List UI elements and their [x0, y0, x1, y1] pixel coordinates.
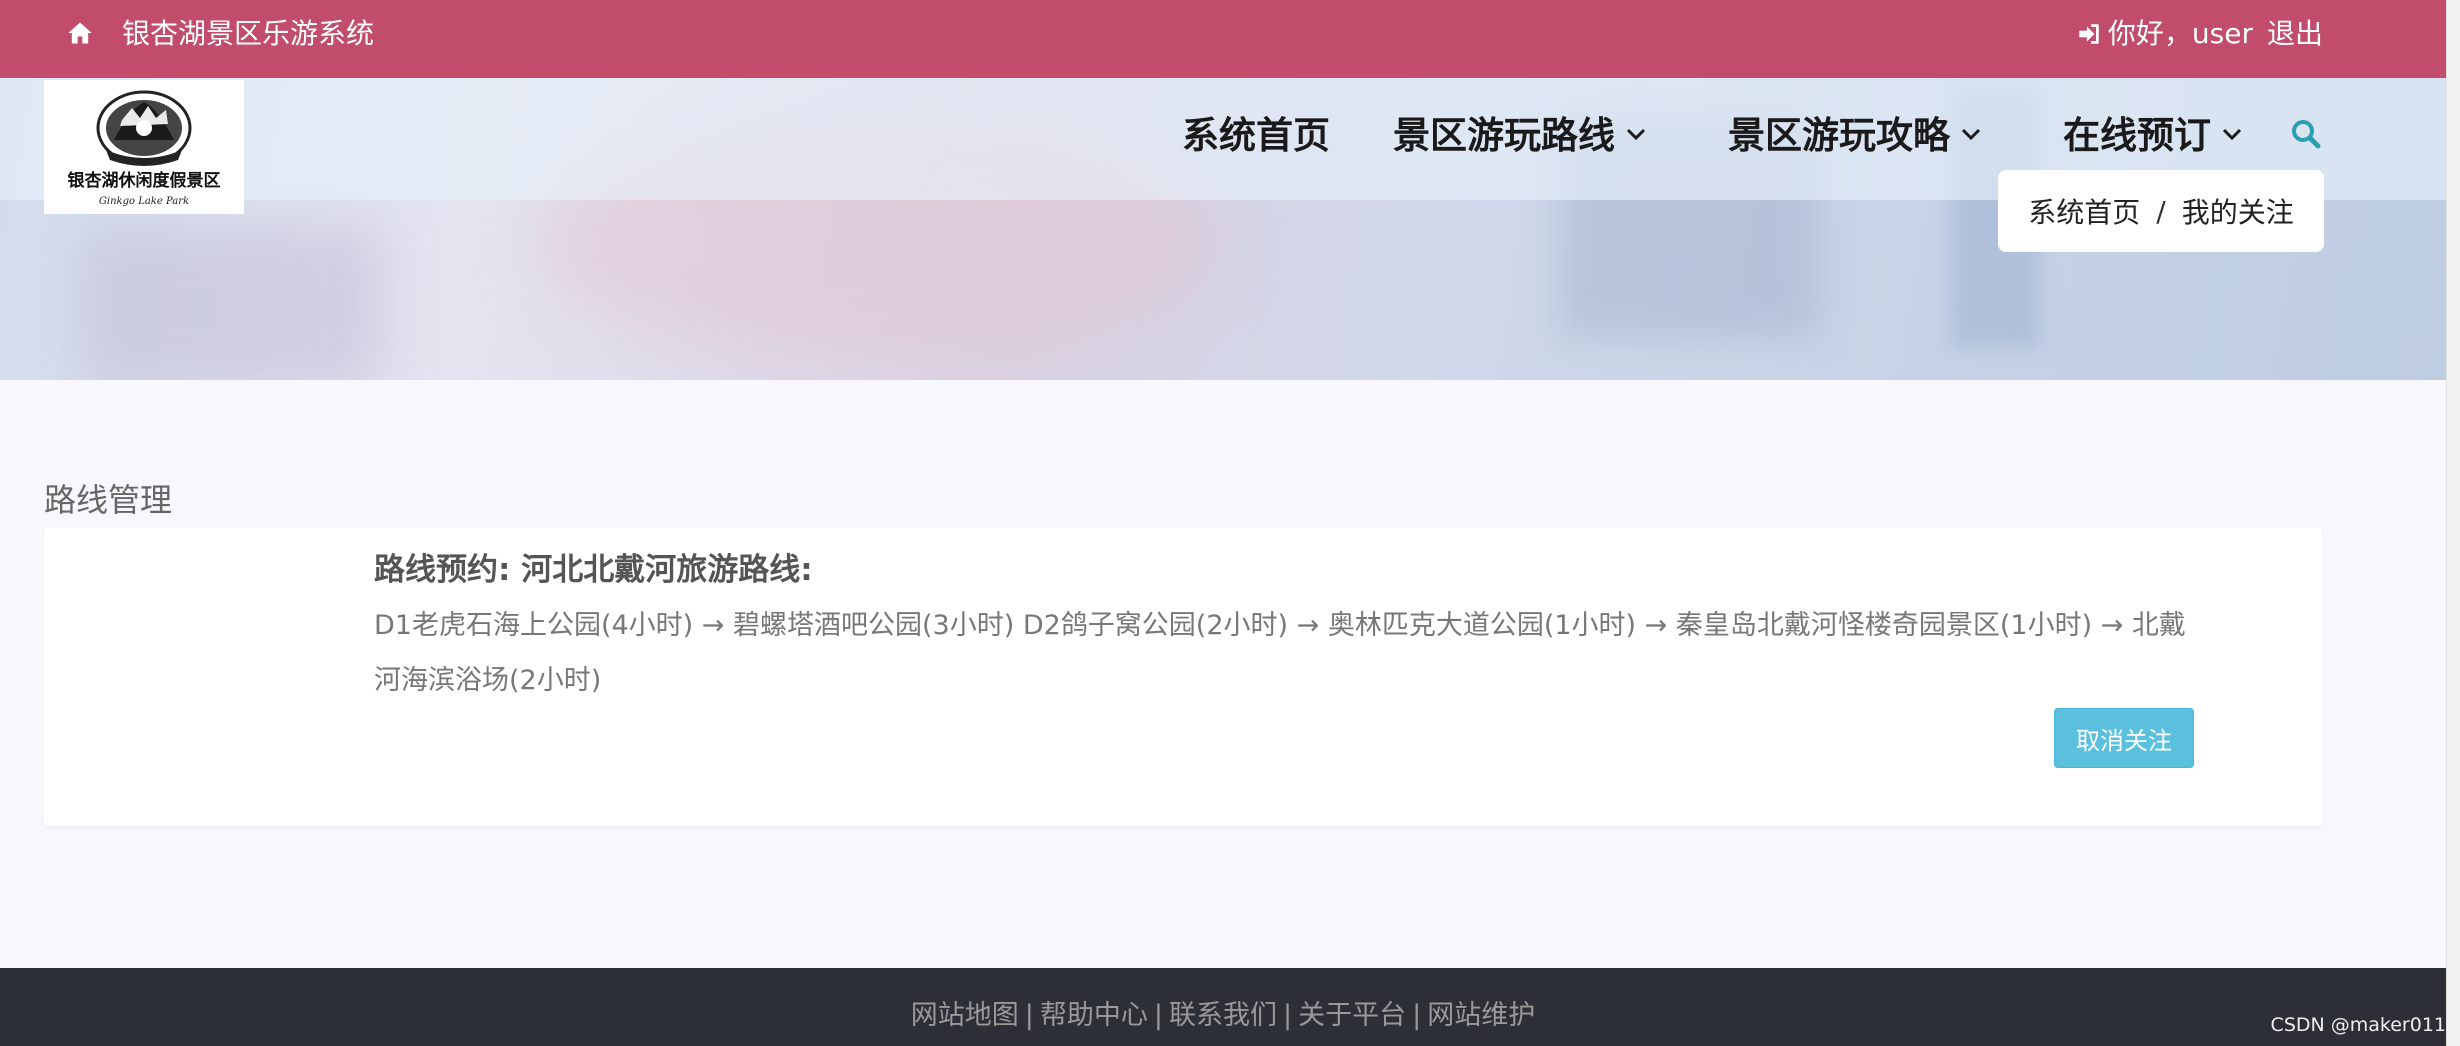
- route-title: 路线预约: 河北北戴河旅游路线:: [374, 552, 813, 588]
- svg-text:Ginkgo Lake Park: Ginkgo Lake Park: [99, 196, 189, 207]
- user-area: 你好，user 退出: [2076, 14, 2323, 54]
- nav-item-label: 景区游玩路线: [1393, 114, 1615, 157]
- page: 银杏湖景区乐游系统 你好，user 退出 银杏湖休闲度假景区 Ginkgo La…: [0, 0, 2446, 1046]
- footer-link-sitemap[interactable]: 网站地图: [911, 1000, 1019, 1031]
- banner-blur: [80, 228, 380, 380]
- search-icon[interactable]: [2290, 118, 2322, 150]
- logout-link[interactable]: 退出: [2267, 14, 2323, 54]
- footer-separator: |: [1153, 1000, 1163, 1031]
- route-card: 路线预约: 河北北戴河旅游路线: D1老虎石海上公园(4小时) → 碧螺塔酒吧公…: [44, 528, 2322, 826]
- footer-link-maintenance[interactable]: 网站维护: [1427, 1000, 1535, 1031]
- chevron-down-icon: [1626, 128, 1646, 141]
- route-description: D1老虎石海上公园(4小时) → 碧螺塔酒吧公园(3小时) D2鸽子窝公园(2小…: [374, 610, 2186, 696]
- banner: 银杏湖休闲度假景区 Ginkgo Lake Park 系统首页 景区游玩路线 景…: [0, 78, 2446, 380]
- site-logo[interactable]: 银杏湖休闲度假景区 Ginkgo Lake Park: [44, 80, 244, 214]
- scrollbar[interactable]: [2446, 0, 2460, 1046]
- breadcrumb-separator: /: [2156, 194, 2166, 228]
- site-title[interactable]: 银杏湖景区乐游系统: [122, 14, 374, 54]
- footer-link-help[interactable]: 帮助中心: [1040, 1000, 1148, 1031]
- top-bar: 银杏湖景区乐游系统 你好，user 退出: [0, 0, 2446, 78]
- footer-separator: |: [1024, 1000, 1034, 1031]
- nav-item-booking[interactable]: 在线预订: [2063, 104, 2243, 160]
- footer-separator: |: [1412, 1000, 1422, 1031]
- svg-text:银杏湖休闲度假景区: 银杏湖休闲度假景区: [68, 170, 221, 191]
- sign-in-icon: [2079, 24, 2099, 44]
- unfollow-button[interactable]: 取消关注: [2054, 708, 2194, 768]
- footer-links: 网站地图 | 帮助中心 | 联系我们 | 关于平台 | 网站维护: [0, 996, 2446, 1036]
- logo-emblem: 银杏湖休闲度假景区 Ginkgo Lake Park: [68, 90, 221, 207]
- breadcrumb-home[interactable]: 系统首页: [2028, 191, 2140, 231]
- footer-link-contact[interactable]: 联系我们: [1169, 1000, 1277, 1031]
- breadcrumb-current: 我的关注: [2181, 196, 2294, 229]
- footer-link-about[interactable]: 关于平台: [1298, 1000, 1406, 1031]
- chevron-down-icon: [1961, 128, 1981, 141]
- nav-item-routes[interactable]: 景区游玩路线: [1393, 104, 1647, 160]
- section-title: 路线管理: [44, 481, 173, 519]
- nav-item-label: 在线预订: [2063, 114, 2211, 157]
- home-icon[interactable]: [66, 19, 94, 47]
- nav-item-home[interactable]: 系统首页: [1182, 104, 1330, 160]
- breadcrumb: 系统首页 / 我的关注: [1998, 170, 2324, 252]
- nav-item-label: 景区游玩攻略: [1728, 114, 1950, 157]
- user-greeting: 你好，user: [2107, 17, 2253, 50]
- footer: 网站地图 | 帮助中心 | 联系我们 | 关于平台 | 网站维护: [0, 968, 2446, 1046]
- footer-separator: |: [1283, 1000, 1293, 1031]
- watermark: CSDN @maker011: [2270, 1014, 2446, 1036]
- chevron-down-icon: [2222, 128, 2242, 141]
- nav-item-label: 系统首页: [1182, 114, 1330, 157]
- nav-item-guides[interactable]: 景区游玩攻略: [1728, 104, 1982, 160]
